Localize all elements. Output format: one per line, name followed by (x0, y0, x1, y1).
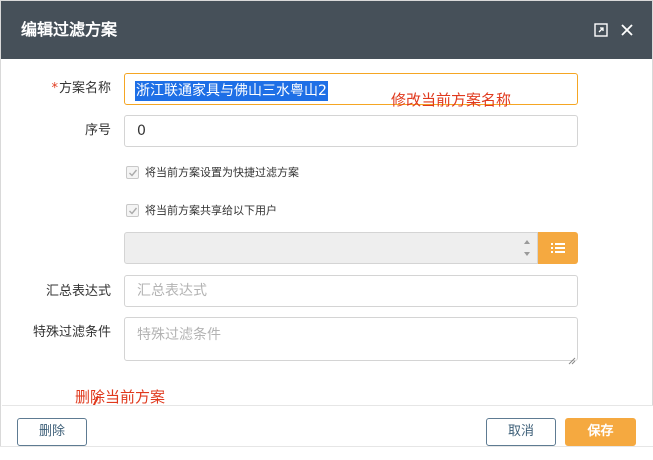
share-option[interactable]: 将当前方案共享给以下用户 (126, 201, 277, 219)
scheme-name-selected-text: 浙江联通家具与佛山三水粤山2 (135, 81, 328, 101)
quick-filter-option[interactable]: 将当前方案设置为快捷过滤方案 (126, 163, 299, 181)
rename-annotation: 修改当前方案名称 (391, 91, 512, 109)
list-icon (551, 239, 565, 258)
dialog-titlebar[interactable]: 编辑过滤方案 (1, 1, 652, 59)
share-users-field[interactable] (124, 232, 538, 264)
required-mark: * (51, 81, 58, 96)
scheme-name-label-text: 方案名称 (58, 81, 111, 96)
close-icon[interactable] (619, 22, 635, 38)
share-label: 将当前方案共享给以下用户 (145, 204, 277, 217)
scheme-name-label: *方案名称 (51, 79, 111, 99)
special-filter-label: 特殊过滤条件 (32, 325, 111, 340)
dialog-footer: 删除 取消 保存 (2, 405, 653, 447)
background-table-row (0, 446, 653, 460)
order-input[interactable] (124, 115, 578, 147)
edit-filter-scheme-dialog: 编辑过滤方案 *方案名称 浙江联通家具与佛山三水粤山2 序号 将当前方案设置为快… (0, 0, 653, 447)
maximize-icon[interactable] (593, 22, 609, 38)
summary-input[interactable] (124, 275, 578, 307)
resize-grip-icon[interactable] (567, 350, 576, 365)
spinner-arrows-icon[interactable] (522, 237, 532, 259)
quick-filter-label: 将当前方案设置为快捷过滤方案 (145, 166, 299, 179)
order-label: 序号 (84, 123, 111, 138)
special-filter-textarea[interactable] (124, 317, 578, 361)
cancel-button[interactable]: 取消 (486, 418, 556, 446)
select-users-button[interactable] (538, 232, 578, 264)
summary-label: 汇总表达式 (45, 284, 111, 299)
quick-filter-checkbox[interactable] (126, 165, 139, 179)
dialog-title: 编辑过滤方案 (21, 20, 118, 39)
delete-button[interactable]: 删除 (17, 418, 87, 446)
save-button[interactable]: 保存 (565, 418, 636, 446)
share-checkbox[interactable] (126, 203, 139, 217)
